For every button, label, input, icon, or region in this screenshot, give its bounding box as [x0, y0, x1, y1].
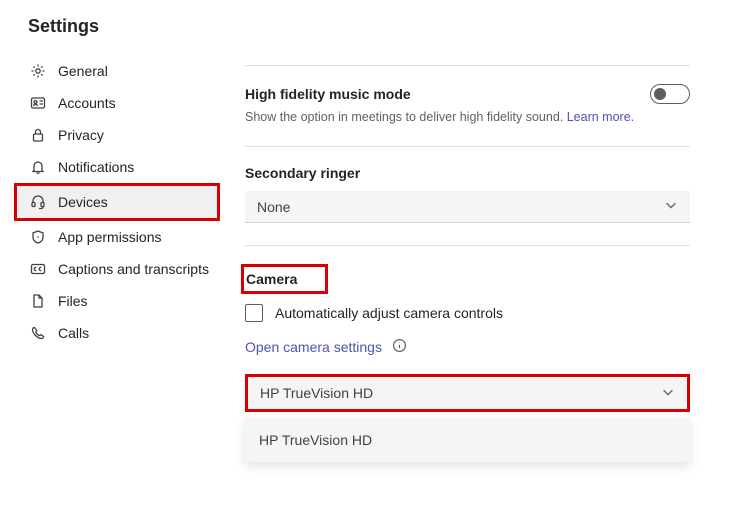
sidebar-item-label: Calls [58, 325, 89, 341]
sidebar-item-app-permissions[interactable]: App permissions [0, 221, 225, 253]
highlight-devices: Devices [14, 183, 220, 221]
lock-icon [30, 127, 46, 143]
sidebar-item-general[interactable]: General [0, 55, 225, 87]
music-mode-toggle[interactable] [650, 84, 690, 104]
learn-more-link[interactable]: Learn more. [567, 110, 634, 124]
sidebar-item-label: Notifications [58, 159, 134, 175]
phone-icon [30, 325, 46, 341]
sidebar-item-privacy[interactable]: Privacy [0, 119, 225, 151]
chevron-down-icon [661, 385, 675, 402]
highlight-camera-title: Camera [241, 264, 328, 294]
camera-option[interactable]: HP TrueVision HD [245, 418, 690, 462]
sidebar-item-label: General [58, 63, 108, 79]
page-title: Settings [0, 0, 730, 47]
info-icon [392, 338, 407, 356]
camera-select[interactable]: HP TrueVision HD [248, 377, 687, 409]
auto-adjust-checkbox[interactable] [245, 304, 263, 322]
chevron-down-icon [664, 198, 678, 215]
sidebar-item-label: App permissions [58, 229, 162, 245]
sidebar-item-captions[interactable]: Captions and transcripts [0, 253, 225, 285]
id-card-icon [30, 95, 46, 111]
sidebar-item-accounts[interactable]: Accounts [0, 87, 225, 119]
sidebar-item-notifications[interactable]: Notifications [0, 151, 225, 183]
bell-icon [30, 159, 46, 175]
auto-adjust-label: Automatically adjust camera controls [275, 305, 503, 321]
cc-icon [30, 261, 46, 277]
sidebar-item-calls[interactable]: Calls [0, 317, 225, 349]
sidebar-item-files[interactable]: Files [0, 285, 225, 317]
highlight-camera-select: HP TrueVision HD [245, 374, 690, 412]
section-music-mode: High fidelity music mode Show the option… [245, 66, 690, 146]
secondary-ringer-value: None [257, 199, 290, 215]
headset-icon [30, 194, 46, 210]
open-camera-settings-link[interactable]: Open camera settings [245, 339, 382, 355]
sidebar: General Accounts Privacy Notifications [0, 47, 225, 512]
gear-icon [30, 63, 46, 79]
file-icon [30, 293, 46, 309]
sidebar-item-label: Captions and transcripts [58, 261, 209, 277]
sidebar-item-label: Accounts [58, 95, 116, 111]
secondary-ringer-select[interactable]: None [245, 191, 690, 223]
section-secondary-ringer: Secondary ringer None [245, 147, 690, 245]
sidebar-item-label: Privacy [58, 127, 104, 143]
sidebar-item-label: Devices [58, 194, 108, 210]
camera-title: Camera [246, 271, 297, 287]
sidebar-item-devices[interactable]: Devices [17, 186, 217, 218]
sidebar-item-label: Files [58, 293, 88, 309]
music-mode-desc: Show the option in meetings to deliver h… [245, 110, 690, 124]
music-mode-title: High fidelity music mode [245, 86, 411, 102]
camera-dropdown: HP TrueVision HD [245, 418, 690, 462]
camera-select-value: HP TrueVision HD [260, 385, 373, 401]
secondary-ringer-title: Secondary ringer [245, 165, 690, 181]
shield-icon [30, 229, 46, 245]
main-panel: High fidelity music mode Show the option… [225, 47, 730, 512]
section-camera: Camera Automatically adjust camera contr… [245, 246, 690, 462]
